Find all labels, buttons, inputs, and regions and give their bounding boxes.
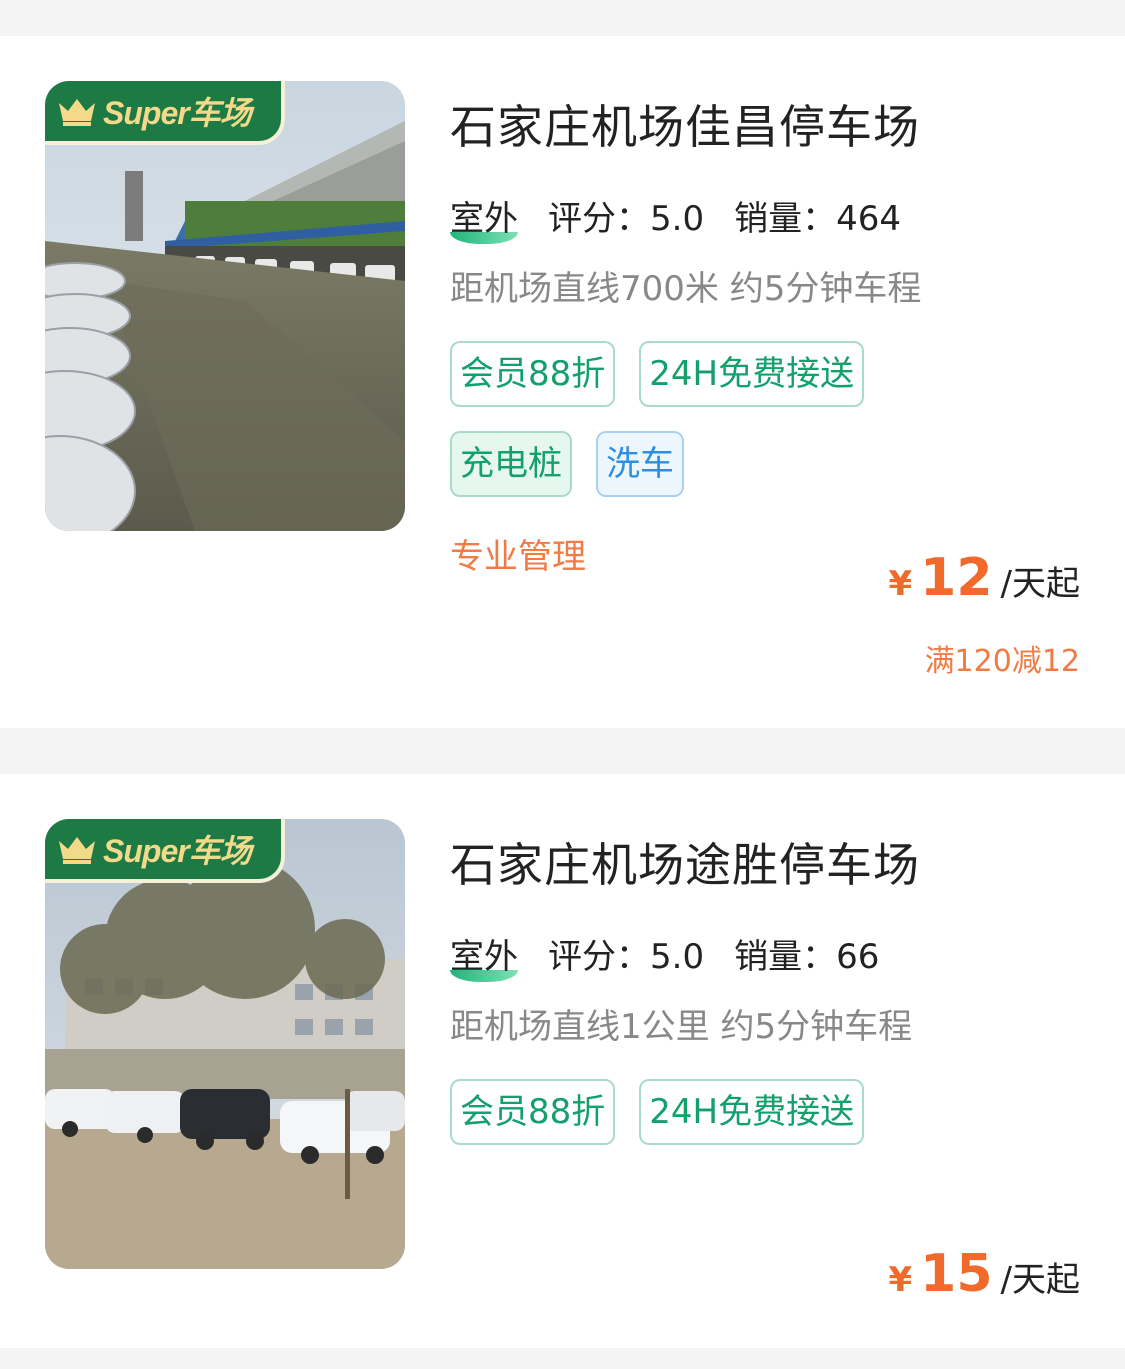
sales-count: 销量：464 (734, 199, 901, 239)
parking-lot-photo[interactable]: Super车场 (45, 81, 405, 531)
parking-lot-title[interactable]: 石家庄机场途胜停车场 (450, 829, 920, 895)
location-type: 室外 (450, 191, 518, 244)
currency-symbol: ¥ (888, 564, 913, 604)
tag-charging-pile: 充电桩 (450, 431, 572, 497)
rating: 评分：5.0 (548, 937, 705, 977)
tag-car-wash: 洗车 (596, 431, 684, 497)
location-type-label: 室外 (450, 199, 518, 239)
service-tags: 会员88折 24H免费接送 (450, 1079, 950, 1145)
distance-to-airport: 距机场直线1公里 约5分钟车程 (450, 1007, 913, 1047)
tag-member-discount: 会员88折 (450, 341, 616, 407)
price: ¥ 12 /天起 (888, 548, 1080, 608)
parking-lot-card[interactable]: Super车场 石家庄机场途胜停车场 室外 评分：5.0 销量：66 距机场直线… (0, 774, 1125, 1348)
distance-to-airport: 距机场直线700米 约5分钟车程 (450, 269, 922, 309)
crown-icon (59, 99, 95, 126)
super-lot-badge: Super车场 (45, 81, 285, 145)
price-amount: 15 (920, 1244, 993, 1304)
parking-lot-title[interactable]: 石家庄机场佳昌停车场 (450, 91, 920, 157)
parking-lot-photo-image (45, 81, 405, 531)
price: ¥ 15 /天起 (888, 1244, 1080, 1304)
crown-icon (59, 837, 95, 864)
currency-symbol: ¥ (888, 1260, 913, 1300)
price-amount: 12 (920, 548, 993, 608)
parking-lot-list: Super车场 石家庄机场佳昌停车场 室外 评分：5.0 销量：464 距机场直… (0, 0, 1125, 1369)
location-type-label: 室外 (450, 937, 518, 977)
parking-lot-photo[interactable]: Super车场 (45, 819, 405, 1269)
feature-label: 专业管理 (450, 537, 586, 577)
discount-promo: 满120减12 (924, 644, 1080, 679)
parking-lot-meta: 室外 评分：5.0 销量：464 (450, 191, 931, 244)
tag-free-shuttle: 24H免费接送 (639, 1079, 865, 1145)
parking-lot-meta: 室外 评分：5.0 销量：66 (450, 929, 909, 982)
super-lot-badge: Super车场 (45, 819, 285, 883)
location-type: 室外 (450, 929, 518, 982)
parking-lot-photo-image (45, 819, 405, 1269)
rating: 评分：5.0 (548, 199, 705, 239)
tag-free-shuttle: 24H免费接送 (639, 341, 865, 407)
price-unit: /天起 (1000, 564, 1080, 604)
parking-lot-card[interactable]: Super车场 石家庄机场佳昌停车场 室外 评分：5.0 销量：464 距机场直… (0, 36, 1125, 728)
tag-member-discount: 会员88折 (450, 1079, 616, 1145)
price-unit: /天起 (1000, 1260, 1080, 1300)
super-lot-badge-label: Super车场 (103, 95, 252, 131)
service-tags: 会员88折 24H免费接送 充电桩 洗车 (450, 341, 950, 497)
super-lot-badge-label: Super车场 (103, 833, 252, 869)
sales-count: 销量：66 (734, 937, 880, 977)
